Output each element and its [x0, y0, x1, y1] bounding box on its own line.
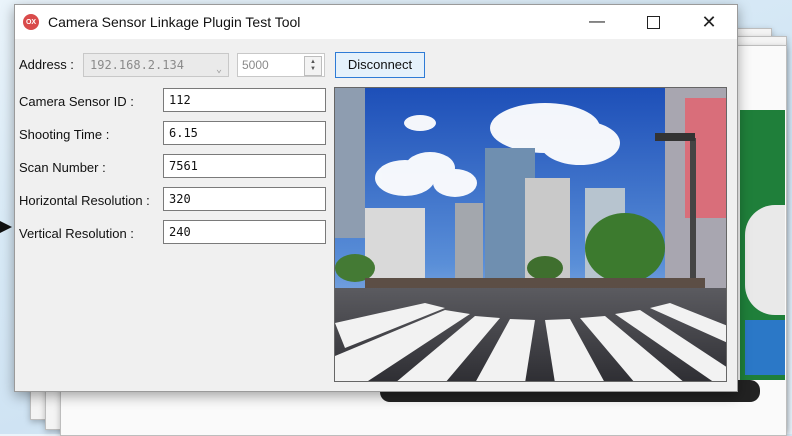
- close-button[interactable]: ✕: [681, 5, 737, 39]
- field-label-scan-number: Scan Number :: [19, 160, 106, 175]
- dropdown-arrow-icon[interactable]: ⌄: [216, 59, 222, 81]
- close-icon: ✕: [701, 11, 717, 32]
- title-bar[interactable]: OX Camera Sensor Linkage Plugin Test Too…: [15, 5, 737, 39]
- main-window: OX Camera Sensor Linkage Plugin Test Too…: [14, 4, 738, 392]
- camera-scene: [335, 88, 726, 381]
- minimize-button[interactable]: —: [569, 5, 625, 39]
- spin-buttons[interactable]: ▲ ▼: [304, 56, 322, 76]
- background-panel: [745, 205, 785, 315]
- vertical-resolution-field[interactable]: 240: [163, 220, 326, 244]
- address-combobox[interactable]: 192.168.2.134 ⌄: [83, 53, 229, 77]
- minimize-icon: —: [589, 13, 605, 30]
- pointer-arrow-icon: [0, 221, 12, 233]
- address-label: Address :: [19, 57, 74, 72]
- spin-up-icon[interactable]: ▲: [310, 59, 316, 66]
- disconnect-button[interactable]: Disconnect: [335, 52, 425, 78]
- scan-number-field[interactable]: 7561: [163, 154, 326, 178]
- port-value: 5000: [242, 58, 269, 72]
- maximize-button[interactable]: [625, 5, 681, 39]
- horizontal-resolution-field[interactable]: 320: [163, 187, 326, 211]
- field-label-vertical-resolution: Vertical Resolution :: [19, 226, 134, 241]
- field-label-camera-sensor-id: Camera Sensor ID :: [19, 94, 134, 109]
- spin-down-icon[interactable]: ▼: [310, 66, 316, 73]
- field-label-horizontal-resolution: Horizontal Resolution :: [19, 193, 150, 208]
- background-panel: [745, 320, 785, 375]
- app-icon: OX: [23, 14, 39, 30]
- shooting-time-field[interactable]: 6.15: [163, 121, 326, 145]
- camera-image: [334, 87, 727, 382]
- field-label-shooting-time: Shooting Time :: [19, 127, 110, 142]
- address-value: 192.168.2.134: [90, 58, 184, 72]
- camera-sensor-id-field[interactable]: 112: [163, 88, 326, 112]
- window-title: Camera Sensor Linkage Plugin Test Tool: [48, 14, 301, 30]
- maximize-icon: [646, 15, 660, 29]
- port-spinbox[interactable]: 5000 ▲ ▼: [237, 53, 325, 77]
